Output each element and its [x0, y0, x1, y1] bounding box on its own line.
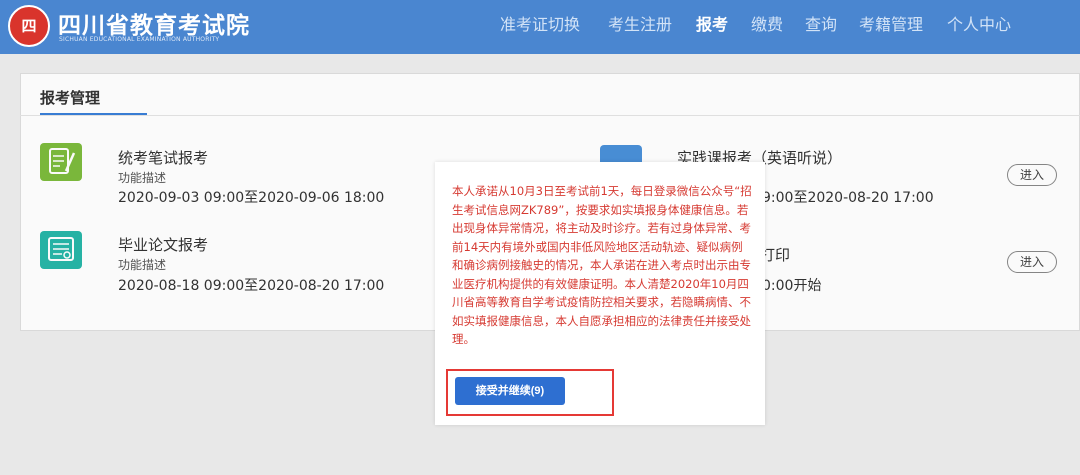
logo-mark: 四 — [21, 17, 37, 35]
nav-profile[interactable]: 个人中心 — [947, 0, 1011, 54]
nav-registration[interactable]: 考生注册 — [608, 0, 672, 54]
commitment-text: 本人承诺从10月3日至考试前1天，每日登录微信公众号“招生考试信息网ZK789”… — [452, 184, 752, 346]
nav-records[interactable]: 考籍管理 — [859, 0, 923, 54]
highlight-box — [446, 369, 614, 416]
top-header: 四 四川省教育考试院 SICHUAN EDUCATIONAL EXAMINATI… — [0, 0, 1080, 54]
nav-payment[interactable]: 缴费 — [751, 0, 783, 54]
nav-query[interactable]: 查询 — [805, 0, 837, 54]
nav-admission-switch[interactable]: 准考证切换 — [500, 0, 580, 54]
site-name-en: SICHUAN EDUCATIONAL EXAMINATION AUTHORIT… — [59, 36, 220, 43]
logo-icon: 四 — [8, 5, 50, 47]
site-name: 四川省教育考试院 — [58, 13, 250, 39]
nav-apply[interactable]: 报考 — [696, 0, 728, 54]
